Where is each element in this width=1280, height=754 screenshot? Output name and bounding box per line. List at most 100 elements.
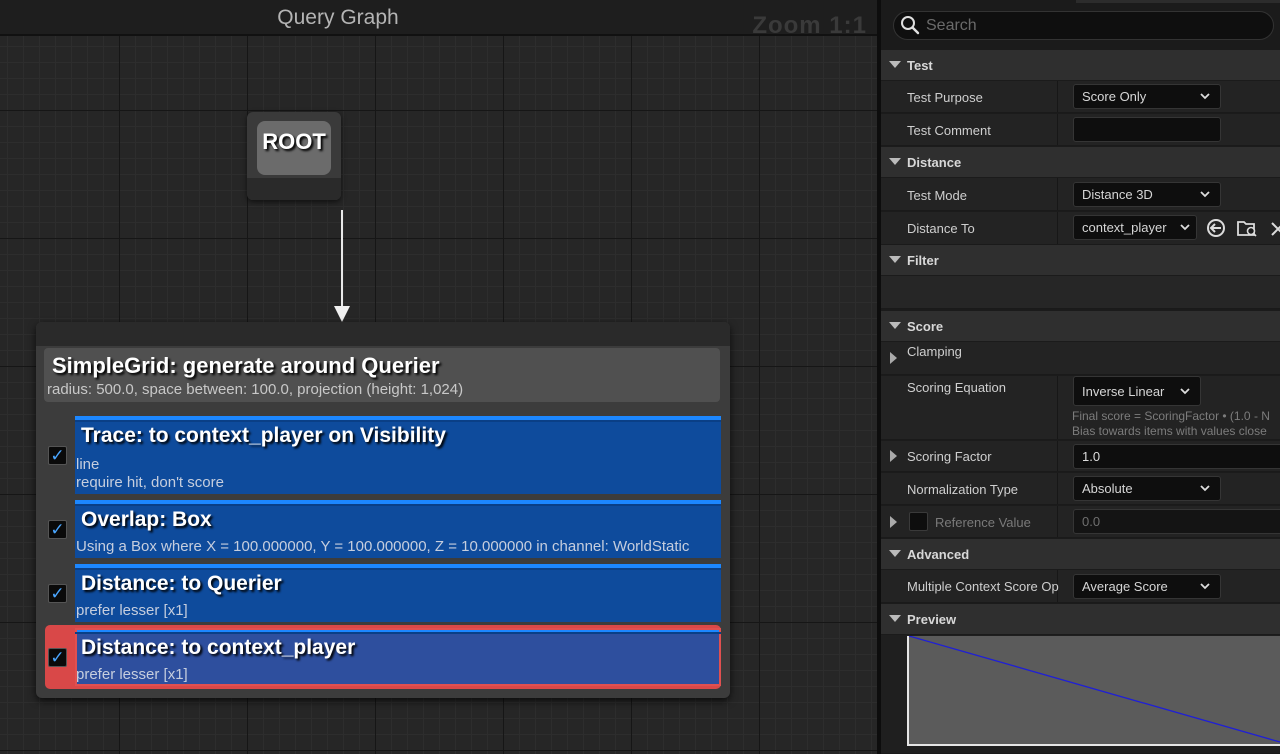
chevron-down-icon	[1200, 93, 1210, 100]
test-comment-input[interactable]	[1073, 117, 1221, 142]
scoring-equation-hint: Bias towards items with values close	[1072, 424, 1267, 438]
details-panel: Test Test Purpose Score Only Test Commen…	[877, 0, 1280, 754]
property-label: Test Comment	[907, 123, 991, 138]
root-node-label: ROOT	[262, 129, 326, 154]
test-row-distance-querier[interactable]: ✓ Distance: to Querier prefer lesser [x1…	[45, 564, 721, 622]
dropdown-value: Average Score	[1082, 579, 1168, 594]
test-title: Trace: to context_player on Visibility	[81, 424, 446, 447]
root-node[interactable]: ROOT	[247, 112, 341, 200]
test-title: Distance: to Querier	[81, 572, 282, 595]
category-preview[interactable]: Preview	[881, 604, 1280, 634]
browse-folder-icon[interactable]	[1236, 218, 1258, 238]
chevron-down-icon	[1180, 224, 1190, 231]
scoring-factor-input[interactable]: 1.0	[1073, 444, 1280, 469]
property-label: Normalization Type	[907, 482, 1019, 497]
dropdown-value: Score Only	[1082, 89, 1147, 104]
expand-arrow-icon[interactable]	[890, 352, 897, 364]
test-enabled-checkbox[interactable]: ✓	[48, 520, 67, 539]
test-card[interactable]: Overlap: Box Using a Box where X = 100.0…	[75, 500, 721, 558]
chevron-down-icon	[1200, 485, 1210, 492]
test-row-trace[interactable]: ✓ Trace: to context_player on Visibility…	[45, 416, 721, 494]
expand-arrow-icon[interactable]	[890, 450, 897, 462]
test-mode-dropdown[interactable]: Distance 3D	[1073, 182, 1221, 207]
score-preview-chart	[907, 636, 1280, 746]
collapse-arrow-icon	[889, 322, 901, 329]
generator-input-pin[interactable]	[36, 322, 730, 346]
root-output-pin[interactable]	[247, 178, 341, 200]
test-enabled-checkbox[interactable]: ✓	[48, 648, 67, 667]
property-label: Reference Value	[935, 515, 1031, 530]
property-label: Test Mode	[907, 188, 967, 203]
generator-title: SimpleGrid: generate around Querier	[52, 353, 440, 378]
property-label: Scoring Factor	[907, 449, 992, 464]
property-test-purpose: Test Purpose Score Only	[881, 81, 1280, 113]
test-card[interactable]: Distance: to Querier prefer lesser [x1]	[75, 564, 721, 622]
test-row-overlap[interactable]: ✓ Overlap: Box Using a Box where X = 100…	[45, 500, 721, 558]
test-title: Distance: to context_player	[81, 636, 356, 659]
field-value: 1.0	[1082, 449, 1101, 464]
test-card-selected[interactable]: Distance: to context_player prefer lesse…	[75, 628, 721, 686]
property-label: Distance To	[907, 221, 975, 236]
test-detail: line	[76, 456, 100, 473]
generator-description: radius: 500.0, space between: 100.0, pro…	[47, 381, 464, 398]
generator-header[interactable]: SimpleGrid: generate around Querier radi…	[44, 348, 720, 402]
normalization-type-dropdown[interactable]: Absolute	[1073, 476, 1221, 501]
search-input[interactable]	[926, 14, 1256, 37]
expand-arrow-icon[interactable]	[890, 516, 897, 528]
reference-value-checkbox[interactable]	[909, 512, 928, 531]
dropdown-value: Absolute	[1082, 481, 1133, 496]
test-detail: require hit, don't score	[76, 474, 224, 491]
multiple-context-dropdown[interactable]: Average Score	[1073, 574, 1221, 599]
test-card[interactable]: Trace: to context_player on Visibility l…	[75, 416, 721, 494]
category-test[interactable]: Test	[881, 50, 1280, 80]
test-row-distance-context-player[interactable]: ✓ Distance: to context_player prefer les…	[45, 628, 721, 686]
search-box[interactable]	[893, 11, 1274, 40]
dropdown-value: Distance 3D	[1082, 187, 1153, 202]
collapse-arrow-icon	[889, 615, 901, 622]
collapse-arrow-icon	[889, 61, 901, 68]
category-distance[interactable]: Distance	[881, 147, 1280, 177]
reference-value-input: 0.0	[1073, 509, 1280, 534]
field-value: 0.0	[1082, 514, 1101, 529]
graph-header: Query Graph	[0, 0, 877, 36]
property-test-mode: Test Mode Distance 3D	[881, 178, 1280, 211]
root-node-body: ROOT	[257, 121, 331, 175]
category-advanced[interactable]: Advanced	[881, 539, 1280, 569]
scoring-equation-hint: Final score = ScoringFactor • (1.0 - N	[1072, 409, 1270, 423]
property-distance-to: Distance To context_player	[881, 212, 1280, 245]
test-enabled-checkbox[interactable]: ✓	[48, 584, 67, 603]
category-score[interactable]: Score	[881, 311, 1280, 341]
chevron-down-icon	[1200, 583, 1210, 590]
test-purpose-dropdown[interactable]: Score Only	[1073, 84, 1221, 109]
node-connection-wire	[341, 210, 343, 310]
filter-empty-area	[881, 276, 1280, 309]
connection-arrow-icon	[334, 306, 350, 322]
property-scoring-factor: Scoring Factor 1.0	[881, 441, 1280, 472]
scoring-equation-dropdown[interactable]: Inverse Linear	[1073, 376, 1201, 406]
category-label: Advanced	[907, 547, 970, 562]
distance-to-dropdown[interactable]: context_player	[1073, 215, 1197, 240]
zoom-indicator: Zoom 1:1	[752, 12, 867, 39]
search-icon	[901, 16, 920, 35]
test-enabled-checkbox[interactable]: ✓	[48, 446, 67, 465]
property-label: Scoring Equation	[907, 380, 1007, 395]
clear-icon[interactable]	[1270, 220, 1280, 236]
query-graph-panel[interactable]: Query Graph Zoom 1:1 ROOT SimpleGrid: ge…	[0, 0, 877, 754]
reset-arrow-icon[interactable]	[1206, 218, 1226, 238]
dropdown-value: Inverse Linear	[1082, 384, 1165, 399]
category-label: Preview	[907, 612, 957, 627]
category-filter[interactable]: Filter	[881, 245, 1280, 275]
property-scoring-equation: Scoring Equation Inverse Linear Final sc…	[881, 376, 1280, 440]
property-multiple-context-score-op: Multiple Context Score Op Average Score	[881, 570, 1280, 603]
test-detail: Using a Box where X = 100.000000, Y = 10…	[76, 538, 690, 555]
property-label: Multiple Context Score Op	[907, 579, 1059, 594]
category-label: Test	[907, 58, 933, 73]
category-label: Score	[907, 319, 944, 334]
collapse-arrow-icon	[889, 158, 901, 165]
test-detail: prefer lesser [x1]	[76, 602, 188, 619]
category-label: Distance	[907, 155, 962, 170]
test-detail: prefer lesser [x1]	[76, 666, 188, 683]
property-clamping[interactable]: Clamping	[881, 342, 1280, 375]
details-top-bar	[1076, 0, 1280, 3]
category-label: Filter	[907, 253, 939, 268]
